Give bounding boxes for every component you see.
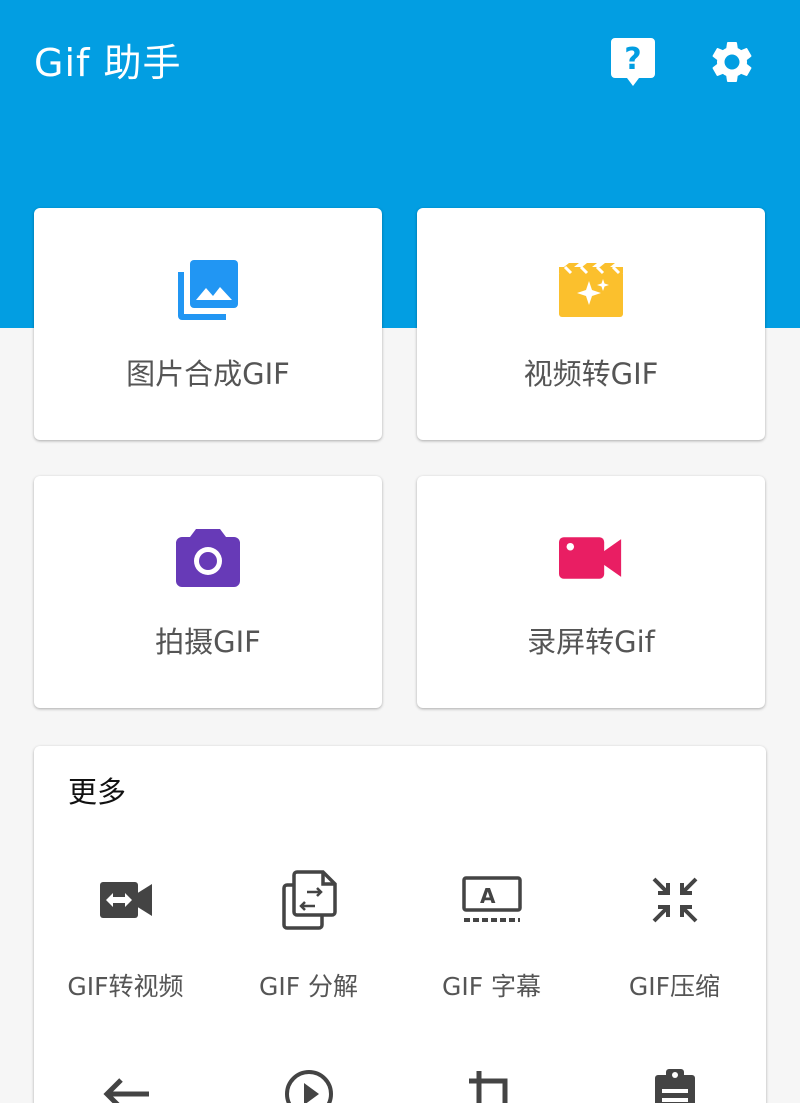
reverse-tool[interactable] (34, 746, 217, 1103)
settings-button[interactable] (706, 36, 758, 88)
card-label: 图片合成GIF (126, 357, 290, 391)
screen-record-to-gif-card[interactable]: 录屏转Gif (417, 476, 765, 708)
crop-icon (462, 1064, 522, 1103)
help-button[interactable]: ? (607, 36, 659, 88)
crop-tool[interactable] (400, 746, 583, 1103)
video-to-gif-card[interactable]: 视频转GIF (417, 208, 765, 440)
tool-label: GIF 分解 (258, 972, 359, 1001)
app-title: Gif 助手 (34, 41, 182, 85)
play-circle-icon (279, 1064, 339, 1103)
tool-label: GIF 字幕 (441, 972, 542, 1001)
clipboard-tool[interactable] (583, 746, 766, 1103)
tool-label: GIF转视频 (67, 972, 184, 1001)
card-label: 录屏转Gif (527, 625, 655, 659)
card-label: 拍摄GIF (155, 625, 261, 659)
svg-text:?: ? (624, 42, 641, 77)
camera-icon (176, 526, 240, 590)
movie-sparkle-icon (559, 258, 623, 322)
photo-library-icon (176, 258, 240, 322)
capture-gif-card[interactable]: 拍摄GIF (34, 476, 382, 708)
gear-icon (712, 41, 752, 82)
arrow-back-icon (96, 1064, 156, 1103)
play-tool[interactable] (217, 746, 400, 1103)
help-icon: ? (611, 38, 655, 86)
images-to-gif-card[interactable]: 图片合成GIF (34, 208, 382, 440)
more-tools-panel: 更多 GIF转视频 GIF 分解 A GIF 字幕 GIF压缩 (34, 746, 766, 1103)
videocam-icon (559, 526, 623, 590)
app-screen: Gif 助手 ? 图片合成GIF 视频转GIF 拍摄GIF 录屏转Gif 更多 … (0, 0, 800, 1103)
card-label: 视频转GIF (523, 357, 659, 391)
tool-label: GIF压缩 (628, 972, 721, 1001)
clipboard-icon (645, 1064, 705, 1103)
